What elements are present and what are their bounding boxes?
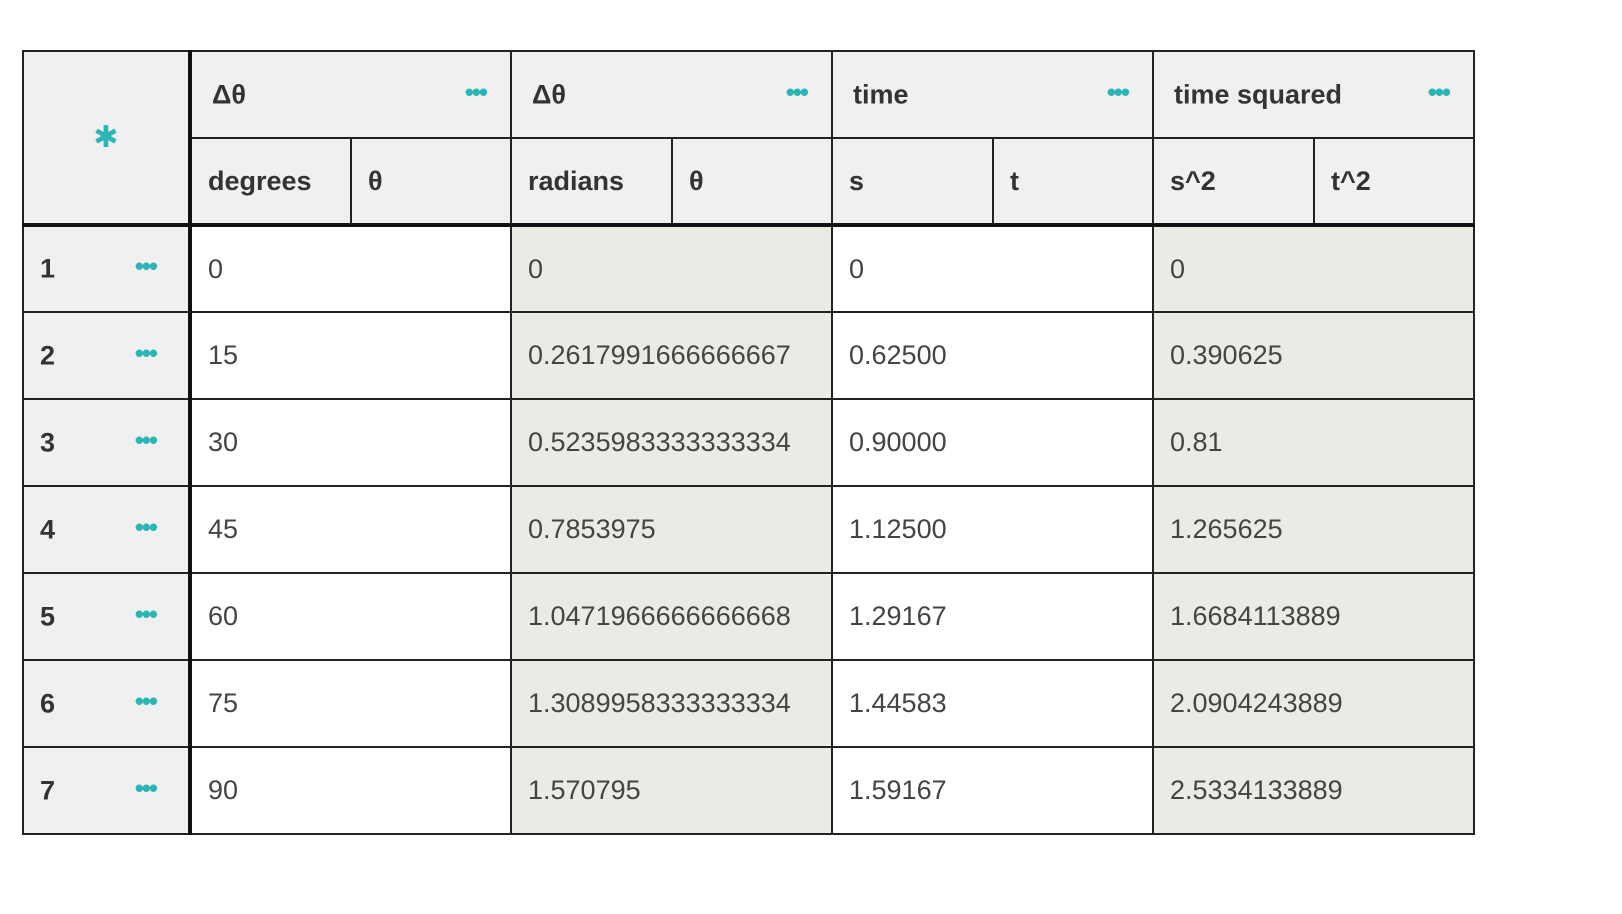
table-cell[interactable]: 1.3089958333333334: [510, 659, 833, 748]
table-cell[interactable]: 60: [189, 572, 512, 661]
table-cell[interactable]: 2.5334133889: [1152, 746, 1475, 835]
column-title: Δθ: [532, 79, 567, 109]
table-cell[interactable]: 0: [510, 224, 833, 313]
row-header[interactable]: 3 •••: [22, 398, 192, 487]
table-row: 5 ••• 60 1.0471966666666668 1.29167 1.6684113…: [22, 572, 1475, 661]
table-cell[interactable]: 0.5235983333333334: [510, 398, 833, 487]
column-title: time: [853, 79, 909, 109]
table-cell[interactable]: 90: [189, 746, 512, 835]
table-cell[interactable]: 15: [189, 311, 512, 400]
column-header-row: ✱ Δθ ••• Δθ ••• time ••• time squared ••…: [22, 50, 1475, 227]
column-symbol[interactable]: t^2: [1313, 137, 1475, 227]
column-units[interactable]: s^2: [1152, 137, 1315, 227]
column-units[interactable]: degrees: [189, 137, 352, 227]
more-dots-icon[interactable]: •••: [786, 78, 809, 104]
row-number: 6: [40, 688, 56, 718]
table-cell[interactable]: 0: [1152, 224, 1475, 313]
table-cell[interactable]: 1.265625: [1152, 485, 1475, 574]
column-symbol[interactable]: t: [992, 137, 1154, 227]
more-dots-icon[interactable]: •••: [135, 774, 158, 800]
table-row: 7 ••• 90 1.570795 1.59167 2.5334133889: [22, 746, 1475, 835]
column-header-delta-theta-radians[interactable]: Δθ •••: [510, 50, 833, 139]
data-table: ✱ Δθ ••• Δθ ••• time ••• time squared ••…: [22, 50, 1475, 835]
units-header-row: degrees θ radians θ s t s^2 t^2: [23, 137, 1475, 227]
table-cell[interactable]: 1.6684113889: [1152, 572, 1475, 661]
table-cell[interactable]: 1.570795: [510, 746, 833, 835]
table-row: 6 ••• 75 1.3089958333333334 1.44583 2.0904243…: [22, 659, 1475, 748]
table-row: 1 ••• 0 0 0 0: [22, 224, 1475, 313]
table-cell[interactable]: 0.2617991666666667: [510, 311, 833, 400]
column-header-time[interactable]: time •••: [831, 50, 1154, 139]
row-header[interactable]: 2 •••: [22, 311, 192, 400]
row-header[interactable]: 4 •••: [22, 485, 192, 574]
table-row: 4 ••• 45 0.7853975 1.12500 1.265625: [22, 485, 1475, 574]
more-dots-icon[interactable]: •••: [465, 78, 488, 104]
more-dots-icon[interactable]: •••: [135, 426, 158, 452]
table-cell[interactable]: 1.0471966666666668: [510, 572, 833, 661]
table-body: 1 ••• 0 0 0 0 2 ••• 15 0.2617991666666667 0.62500 0…: [22, 224, 1475, 835]
table-cell[interactable]: 0.62500: [831, 311, 1154, 400]
gear-icon[interactable]: ✱: [93, 122, 118, 153]
column-units[interactable]: radians: [510, 137, 673, 227]
table-cell[interactable]: 0: [189, 224, 512, 313]
column-title: time squared: [1174, 79, 1343, 109]
table-cell[interactable]: 1.29167: [831, 572, 1154, 661]
table-cell[interactable]: 0: [831, 224, 1154, 313]
row-number: 2: [40, 340, 56, 370]
more-dots-icon[interactable]: •••: [1107, 78, 1130, 104]
row-header[interactable]: 5 •••: [22, 572, 192, 661]
table-cell[interactable]: 1.59167: [831, 746, 1154, 835]
table-cell[interactable]: 0.390625: [1152, 311, 1475, 400]
column-units[interactable]: s: [831, 137, 994, 227]
table-cell[interactable]: 45: [189, 485, 512, 574]
table-row: 2 ••• 15 0.2617991666666667 0.62500 0.390625: [22, 311, 1475, 400]
more-dots-icon[interactable]: •••: [135, 687, 158, 713]
row-header[interactable]: 1 •••: [22, 224, 192, 313]
data-table-container: ✱ Δθ ••• Δθ ••• time ••• time squared ••…: [22, 50, 1475, 835]
row-number: 3: [40, 427, 56, 457]
table-cell[interactable]: 0.90000: [831, 398, 1154, 487]
more-dots-icon[interactable]: •••: [135, 513, 158, 539]
row-number: 7: [40, 775, 56, 805]
row-number: 1: [40, 253, 56, 284]
more-dots-icon[interactable]: •••: [135, 600, 158, 626]
row-number: 5: [40, 601, 56, 631]
column-symbol[interactable]: θ: [350, 137, 512, 227]
column-header-delta-theta-degrees[interactable]: Δθ •••: [189, 50, 512, 139]
more-dots-icon[interactable]: •••: [1428, 78, 1451, 104]
table-settings-cell[interactable]: ✱: [22, 50, 192, 227]
table-cell[interactable]: 1.12500: [831, 485, 1154, 574]
table-cell[interactable]: 0.7853975: [510, 485, 833, 574]
table-cell[interactable]: 1.44583: [831, 659, 1154, 748]
table-cell[interactable]: 0.81: [1152, 398, 1475, 487]
column-header-time-squared[interactable]: time squared •••: [1152, 50, 1475, 139]
table-cell[interactable]: 30: [189, 398, 512, 487]
more-dots-icon[interactable]: •••: [135, 339, 158, 365]
table-cell[interactable]: 75: [189, 659, 512, 748]
row-header[interactable]: 6 •••: [22, 659, 192, 748]
column-symbol[interactable]: θ: [671, 137, 833, 227]
table-cell[interactable]: 2.0904243889: [1152, 659, 1475, 748]
row-header[interactable]: 7 •••: [22, 746, 192, 835]
column-title: Δθ: [212, 79, 247, 109]
row-number: 4: [40, 514, 56, 544]
more-dots-icon[interactable]: •••: [135, 253, 158, 279]
table-row: 3 ••• 30 0.5235983333333334 0.90000 0.81: [22, 398, 1475, 487]
